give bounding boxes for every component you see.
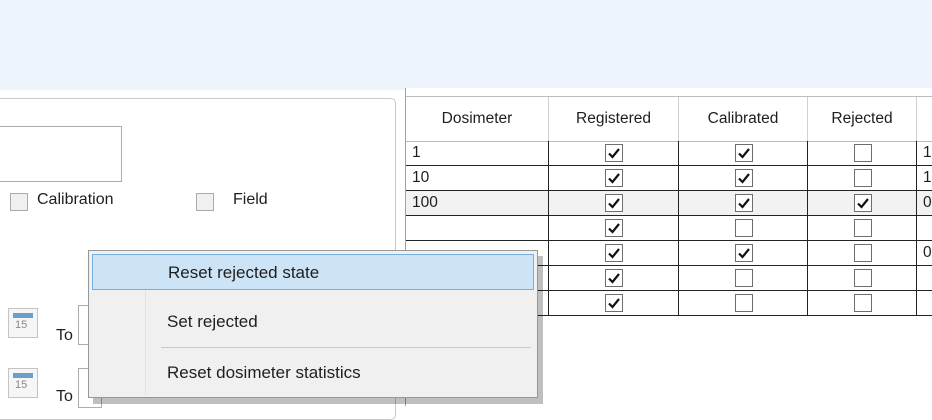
- registered-checkbox[interactable]: [605, 244, 623, 262]
- calibrated-cell[interactable]: [679, 141, 808, 165]
- column-header-rejected[interactable]: Rejected: [808, 97, 917, 141]
- rejected-checkbox[interactable]: [854, 294, 872, 312]
- grid-header: Dosimeter Registered Calibrated Rejected: [406, 96, 932, 142]
- registered-cell[interactable]: [549, 216, 679, 240]
- column-header-registered[interactable]: Registered: [549, 97, 679, 141]
- calibrated-checkbox[interactable]: [735, 219, 753, 237]
- table-row[interactable]: 100 0: [406, 191, 932, 216]
- next-cell: [917, 266, 932, 290]
- dosimeter-cell: [406, 216, 549, 240]
- rejected-cell[interactable]: [808, 266, 917, 290]
- registered-cell[interactable]: [549, 141, 679, 165]
- next-cell: 1: [917, 141, 932, 165]
- registered-cell[interactable]: [549, 166, 679, 190]
- calibrated-checkbox[interactable]: [735, 144, 753, 162]
- calibrated-cell[interactable]: [679, 266, 808, 290]
- calibrated-cell[interactable]: [679, 291, 808, 315]
- rejected-checkbox[interactable]: [854, 219, 872, 237]
- field-checkbox[interactable]: [196, 193, 214, 211]
- column-header-dosimeter[interactable]: Dosimeter: [406, 97, 549, 141]
- calibration-label: Calibration: [37, 191, 114, 208]
- registered-cell[interactable]: [549, 241, 679, 265]
- rejected-checkbox[interactable]: [854, 194, 872, 212]
- calibrated-cell[interactable]: [679, 241, 808, 265]
- second-to-label: To: [56, 388, 73, 405]
- column-header-next[interactable]: [917, 97, 932, 141]
- rejected-checkbox[interactable]: [854, 269, 872, 287]
- dosimeter-cell: 1: [406, 141, 549, 165]
- column-header-calibrated[interactable]: Calibrated: [679, 97, 808, 141]
- table-row[interactable]: 10 1: [406, 166, 932, 191]
- from-date-picker-button[interactable]: 15: [8, 308, 38, 338]
- calendar-icon: [13, 313, 33, 318]
- next-cell: 0: [917, 191, 932, 215]
- header-band: [0, 0, 932, 90]
- menu-separator: [161, 347, 531, 348]
- rejected-cell[interactable]: [808, 291, 917, 315]
- rejected-checkbox[interactable]: [854, 144, 872, 162]
- next-cell: 1: [917, 166, 932, 190]
- rejected-checkbox[interactable]: [854, 244, 872, 262]
- table-row[interactable]: [406, 216, 932, 241]
- dosimeter-cell: 100: [406, 191, 549, 215]
- menu-item-reset-rejected-state[interactable]: Reset rejected state: [92, 254, 534, 290]
- registered-checkbox[interactable]: [605, 144, 623, 162]
- next-cell: [917, 291, 932, 315]
- calibrated-cell[interactable]: [679, 166, 808, 190]
- registered-checkbox[interactable]: [605, 269, 623, 287]
- calibrated-checkbox[interactable]: [735, 169, 753, 187]
- calibrated-checkbox[interactable]: [735, 244, 753, 262]
- calibrated-checkbox[interactable]: [735, 194, 753, 212]
- next-cell: [917, 216, 932, 240]
- menu-item-reset-dosimeter-statistics[interactable]: Reset dosimeter statistics: [92, 355, 534, 391]
- dosimeter-cell: 10: [406, 166, 549, 190]
- calibration-checkbox[interactable]: [10, 193, 28, 211]
- rejected-cell[interactable]: [808, 191, 917, 215]
- menu-item-set-rejected[interactable]: Set rejected: [92, 304, 534, 340]
- registered-cell[interactable]: [549, 266, 679, 290]
- next-cell: 0: [917, 241, 932, 265]
- calibrated-checkbox[interactable]: [735, 294, 753, 312]
- registered-checkbox[interactable]: [605, 169, 623, 187]
- calibrated-checkbox[interactable]: [735, 269, 753, 287]
- field-label: Field: [233, 191, 268, 208]
- rejected-cell[interactable]: [808, 141, 917, 165]
- calendar-icon: [13, 373, 33, 378]
- calibrated-cell[interactable]: [679, 191, 808, 215]
- registered-checkbox[interactable]: [605, 219, 623, 237]
- second-date-picker-button[interactable]: 15: [8, 368, 38, 398]
- filter-text-input[interactable]: [0, 126, 122, 182]
- registered-checkbox[interactable]: [605, 194, 623, 212]
- registered-cell[interactable]: [549, 291, 679, 315]
- registered-cell[interactable]: [549, 191, 679, 215]
- to-label: To: [56, 327, 73, 344]
- rejected-cell[interactable]: [808, 216, 917, 240]
- calibrated-cell[interactable]: [679, 216, 808, 240]
- rejected-cell[interactable]: [808, 166, 917, 190]
- rejected-cell[interactable]: [808, 241, 917, 265]
- context-menu: Reset rejected state Set rejected Reset …: [88, 250, 538, 398]
- table-row[interactable]: 11: [406, 141, 932, 166]
- rejected-checkbox[interactable]: [854, 169, 872, 187]
- registered-checkbox[interactable]: [605, 294, 623, 312]
